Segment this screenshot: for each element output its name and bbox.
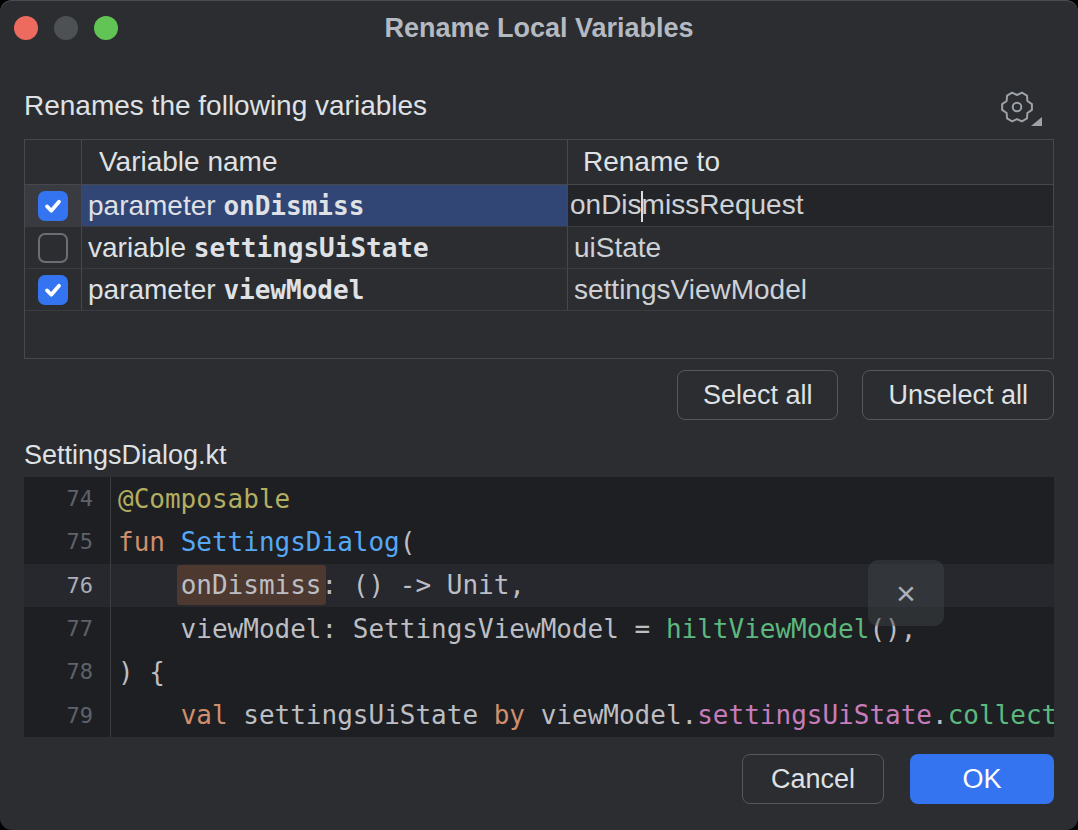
cancel-button[interactable]: Cancel: [742, 754, 884, 804]
checkmark-icon: [43, 196, 63, 216]
checkmark-icon: [43, 280, 63, 300]
table-row[interactable]: parameter viewModel settingsViewModel: [25, 269, 1053, 311]
line-number: 75: [24, 529, 110, 554]
rename-dialog: Rename Local Variables Renames the follo…: [0, 0, 1078, 830]
variable-name-cell: parameter onDismiss: [88, 190, 364, 222]
table-header-row: Variable name Rename to: [25, 140, 1053, 185]
line-number: 77: [24, 616, 110, 641]
variable-name-column-header: Variable name: [82, 140, 568, 184]
text-caret: [641, 191, 643, 222]
titlebar: Rename Local Variables: [0, 0, 1078, 56]
variable-name-cell: parameter viewModel: [88, 274, 364, 306]
table-row[interactable]: variable settingsUiState uiState: [25, 227, 1053, 269]
dialog-description: Renames the following variables: [24, 90, 427, 122]
variable-name-cell: variable settingsUiState: [88, 232, 429, 264]
code-line: 74@Composable: [24, 477, 1054, 520]
table-empty-area: [25, 311, 1053, 358]
code-line: 78) {: [24, 650, 1054, 693]
table-row[interactable]: parameter onDismiss onDismissRequest: [25, 185, 1053, 227]
rename-to-cell[interactable]: settingsViewModel: [574, 274, 807, 306]
close-preview-button[interactable]: ×: [868, 560, 944, 626]
code-line: 79 val settingsUiState by viewModel.sett…: [24, 694, 1054, 737]
close-icon: ×: [896, 574, 916, 613]
gear-icon: [995, 85, 1039, 129]
rename-to-cell[interactable]: uiState: [574, 232, 661, 264]
rename-to-column-header: Rename to: [568, 140, 1053, 184]
dialog-title: Rename Local Variables: [0, 13, 1078, 44]
rename-usage-highlight: onDismiss: [177, 565, 326, 605]
unselect-all-button[interactable]: Unselect all: [862, 370, 1054, 420]
checkbox-column-header: [25, 140, 82, 184]
row-checkbox-checked[interactable]: [38, 191, 68, 221]
line-number: 76: [24, 573, 110, 598]
code-line: 75fun SettingsDialog(: [24, 520, 1054, 563]
row-checkbox-unchecked[interactable]: [38, 233, 68, 263]
row-checkbox-checked[interactable]: [38, 275, 68, 305]
preview-file-name: SettingsDialog.kt: [24, 440, 227, 471]
select-all-button[interactable]: Select all: [677, 370, 839, 420]
code-preview-editor[interactable]: 74@Composable75fun SettingsDialog( 76 onD…: [24, 477, 1054, 737]
line-number: 74: [24, 486, 110, 511]
ok-button[interactable]: OK: [910, 754, 1054, 804]
variables-table: Variable name Rename to parameter onDism…: [24, 139, 1054, 359]
line-number: 78: [24, 659, 110, 684]
settings-gear-button[interactable]: [993, 83, 1045, 131]
line-number: 79: [24, 703, 110, 728]
rename-to-cell[interactable]: onDismissRequest: [570, 189, 803, 222]
